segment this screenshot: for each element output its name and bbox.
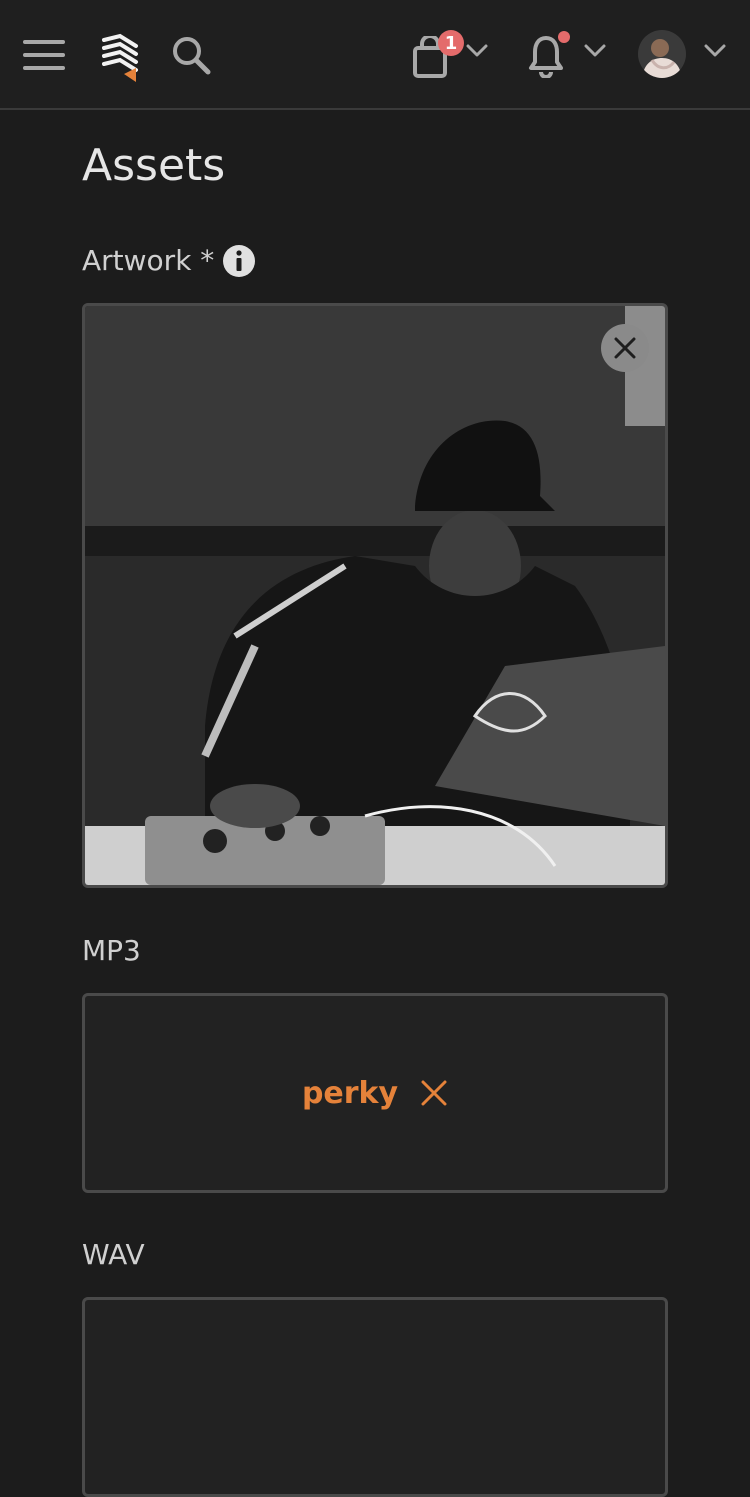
user-menu-button[interactable]: [634, 26, 734, 84]
search-button[interactable]: [166, 30, 216, 80]
search-icon: [173, 37, 211, 75]
page-title: Assets: [82, 140, 226, 191]
hamburger-menu-icon: [23, 40, 65, 70]
remove-mp3-button[interactable]: [420, 1079, 448, 1107]
menu-button[interactable]: [18, 30, 70, 80]
artwork-label: Artwork *: [82, 244, 215, 277]
wav-upload-box[interactable]: [82, 1297, 668, 1497]
chevron-down-icon: [704, 44, 726, 57]
cart-count-badge: 1: [438, 30, 464, 56]
wav-label: WAV: [82, 1238, 145, 1271]
artwork-image: [85, 306, 665, 885]
user-photo-icon: [638, 30, 686, 78]
mp3-label: MP3: [82, 934, 141, 967]
top-navigation-bar: 1: [0, 0, 750, 110]
mp3-upload-box[interactable]: perky: [82, 993, 668, 1193]
mp3-file-name: perky: [301, 1075, 399, 1111]
avatar: [638, 30, 686, 78]
remove-artwork-button[interactable]: [601, 324, 649, 372]
uploaded-file-chip: perky: [302, 1076, 448, 1111]
cart-menu-button[interactable]: 1: [406, 26, 496, 84]
close-icon: [614, 337, 636, 359]
brand-logo-icon: [102, 33, 138, 82]
chevron-down-icon: [466, 44, 488, 57]
close-icon: [421, 1080, 447, 1106]
unread-notification-dot: [558, 31, 570, 43]
logo-home-link[interactable]: [96, 30, 144, 86]
chevron-down-icon: [584, 44, 606, 57]
notifications-menu-button[interactable]: [522, 26, 612, 84]
info-icon[interactable]: [222, 244, 256, 278]
artwork-upload-box[interactable]: [82, 303, 668, 888]
